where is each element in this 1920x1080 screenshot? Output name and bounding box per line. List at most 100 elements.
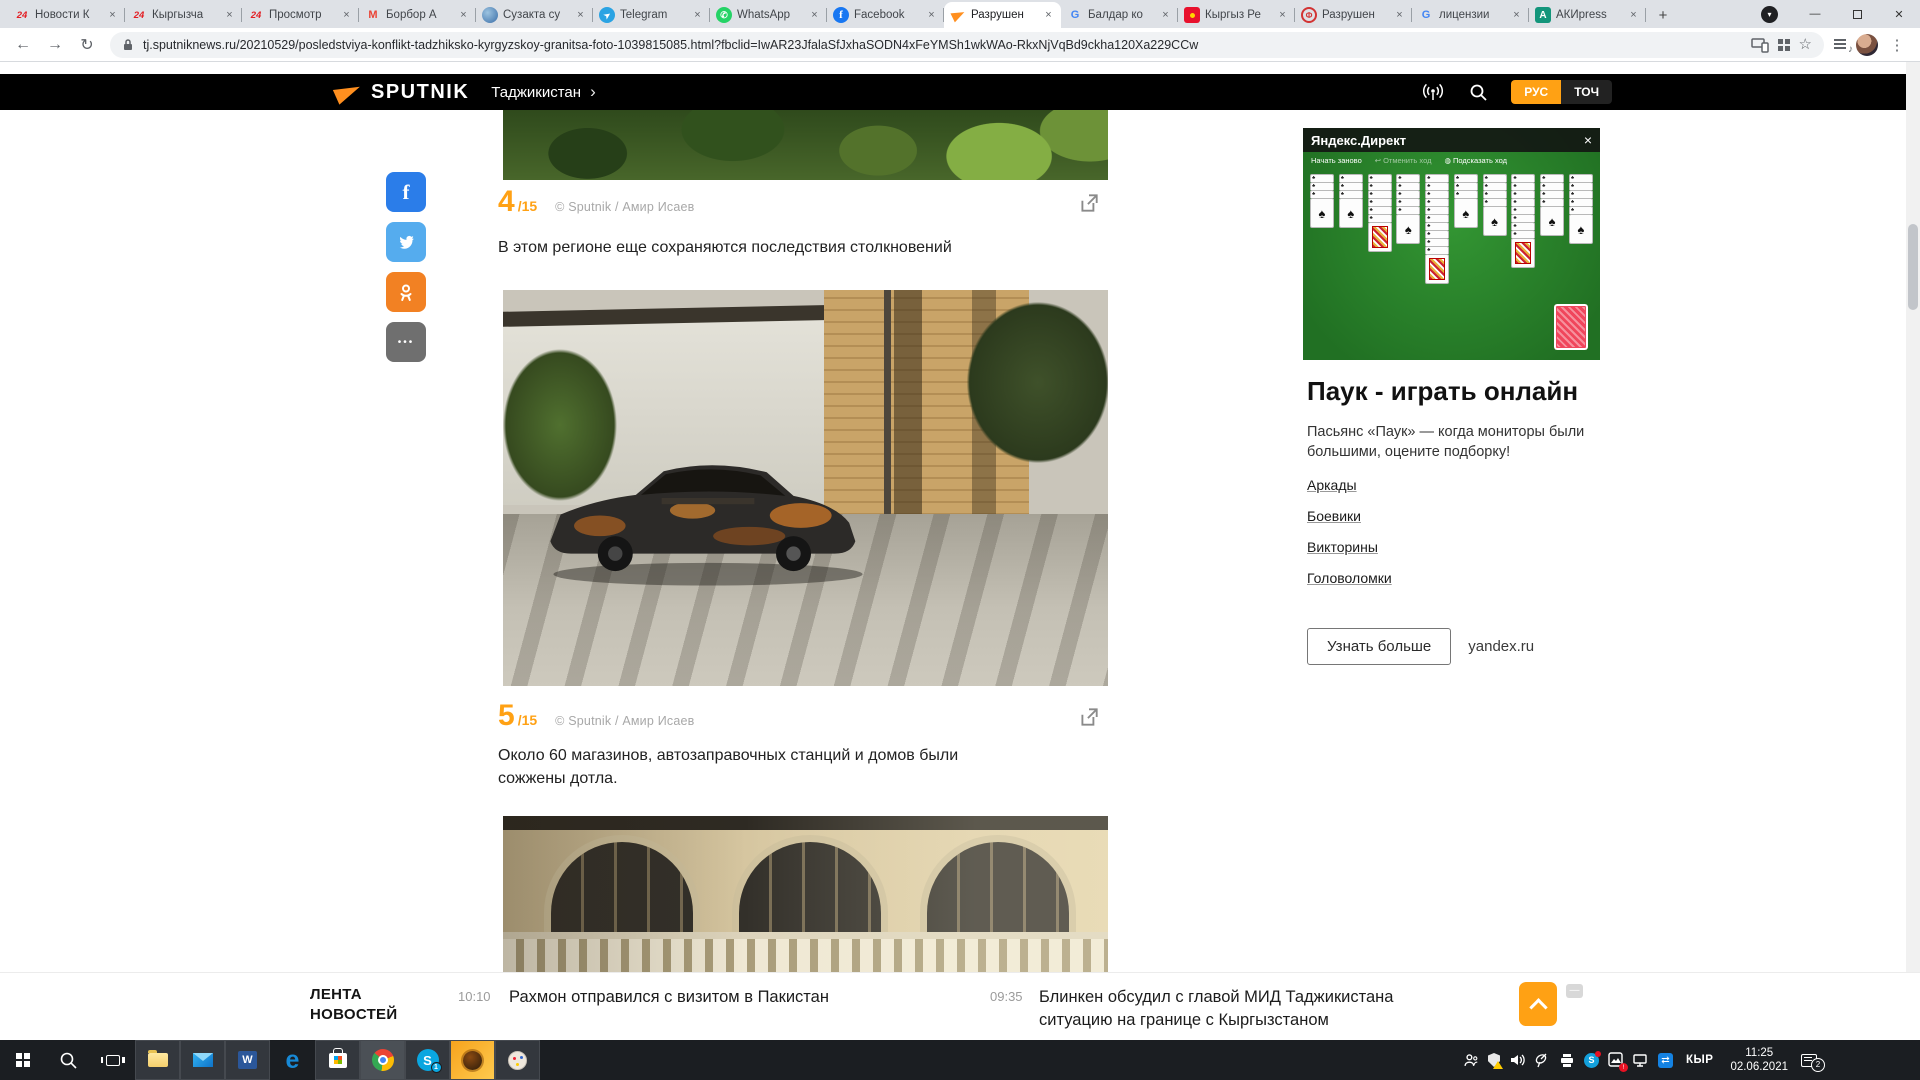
gallery-photo-4[interactable] [503,110,1108,180]
security-shield-icon[interactable] [1488,1053,1500,1067]
tab-close-icon[interactable]: × [808,9,821,21]
tab-facebook[interactable]: Facebook× [827,2,944,28]
profile-avatar[interactable] [1856,34,1878,56]
volume-icon[interactable] [1509,1052,1525,1068]
tab-akipress[interactable]: АКИpress× [1529,2,1646,28]
tab-razrushen[interactable]: Разрушен× [1295,2,1412,28]
url-text[interactable]: tj.sputniknews.ru/20210529/posledstviya-… [143,38,1742,52]
tab-baldar[interactable]: Балдар ко× [1061,2,1178,28]
tab-suzak[interactable]: Сузакта су× [476,2,593,28]
tab-close-icon[interactable]: × [340,9,353,21]
share-twitter-button[interactable] [386,222,426,262]
ad-close-icon[interactable]: × [1584,132,1592,148]
forward-button[interactable]: → [42,32,68,58]
tab-prosmotr[interactable]: Просмотр× [242,2,359,28]
language-toggle[interactable]: РУС ТОЧ [1511,80,1612,104]
tab-close-icon[interactable]: × [1276,9,1289,21]
mail-button[interactable] [180,1040,225,1080]
reading-list-icon[interactable] [1834,38,1850,52]
ad-cta-button[interactable]: Узнать больше [1307,628,1451,665]
share-facebook-button[interactable] [386,172,426,212]
orange-app-button[interactable] [450,1040,495,1080]
tab-gmail[interactable]: Борбор А× [359,2,476,28]
yandex-direct-ad[interactable]: Начать заново ↩Отменить ход ◍Подсказать … [1303,128,1600,665]
lang-rus-button[interactable]: РУС [1511,80,1561,104]
skype-tray-icon[interactable]: S [1584,1053,1599,1068]
satellite-icon[interactable] [1534,1052,1550,1068]
ad-link-quizzes[interactable]: Викторины [1307,539,1378,555]
clock[interactable]: 11:25 02.06.2021 [1726,1046,1792,1074]
people-icon[interactable] [1463,1053,1479,1067]
tab-close-icon[interactable]: × [1510,9,1523,21]
tab-whatsapp[interactable]: WhatsApp× [710,2,827,28]
page-scrollbar[interactable] [1906,62,1920,1040]
search-icon[interactable] [1469,83,1487,101]
minimize-button[interactable]: — [1794,0,1836,28]
scrollbar-thumb[interactable] [1908,224,1918,310]
task-view-button[interactable] [90,1040,135,1080]
ticker-item-link[interactable]: Блинкен обсудил с главой МИД Таджикистан… [1039,986,1439,1032]
site-region[interactable]: Таджикистан [491,84,581,101]
photo5-share-icon[interactable] [1078,706,1100,728]
notification-center-icon[interactable]: 2 [1801,1054,1817,1067]
bookmark-star-icon[interactable] [1799,35,1812,54]
teamviewer-icon[interactable]: ⇄ [1658,1053,1673,1068]
back-button[interactable]: ← [10,32,36,58]
taskbar-search-button[interactable] [45,1040,90,1080]
address-bar[interactable]: tj.sputniknews.ru/20210529/posledstviya-… [110,32,1824,58]
ad-title[interactable]: Паук - играть онлайн [1307,376,1596,407]
language-indicator[interactable]: КЫР [1682,1054,1717,1066]
chrome-button[interactable] [360,1040,405,1080]
ad-link-puzzles[interactable]: Головоломки [1307,570,1392,586]
tab-telegram[interactable]: Telegram× [593,2,710,28]
skype-button[interactable]: S1 [405,1040,450,1080]
apps-grid-icon[interactable] [1778,39,1790,51]
lang-toj-button[interactable]: ТОЧ [1561,80,1612,104]
file-explorer-button[interactable] [135,1040,180,1080]
share-more-button[interactable] [386,322,426,362]
chevron-right-icon[interactable]: › [590,82,596,102]
photos-icon[interactable]: ! [1608,1052,1624,1068]
tab-close-icon[interactable]: × [223,9,236,21]
start-button[interactable] [0,1040,45,1080]
ad-link-arcades[interactable]: Аркады [1307,477,1357,493]
tab-close-icon[interactable]: × [1159,9,1172,21]
tab-close-icon[interactable]: × [925,9,938,21]
ticker-item-link[interactable]: Рахмон отправился с визитом в Пакистан [509,986,989,1009]
close-button[interactable]: ✕ [1878,0,1920,28]
network-icon[interactable] [1633,1053,1649,1068]
tab-close-icon[interactable]: × [457,9,470,21]
tab-close-icon[interactable]: × [691,9,704,21]
word-button[interactable]: W [225,1040,270,1080]
ad-link-action[interactable]: Боевики [1307,508,1361,524]
solitaire-ad-image[interactable]: Начать заново ↩Отменить ход ◍Подсказать … [1303,128,1600,360]
tab-close-icon[interactable]: × [1042,9,1055,21]
ticker-collapse-button[interactable]: — [1566,984,1583,998]
new-tab-button[interactable]: + [1650,2,1676,28]
tab-kyrgyzcha[interactable]: Кыргызча× [125,2,242,28]
sputnik-logo-icon[interactable] [333,79,363,104]
printer-icon[interactable] [1559,1053,1575,1068]
paint-button[interactable] [495,1040,540,1080]
browser-menu-icon[interactable] [1884,32,1910,58]
maximize-button[interactable] [1836,0,1878,28]
browser-profile-icon[interactable]: ▾ [1761,6,1778,23]
gallery-photo-5[interactable] [503,290,1108,686]
tab-novosti[interactable]: Новости К× [8,2,125,28]
tab-close-icon[interactable]: × [1393,9,1406,21]
gallery-photo-6[interactable] [503,816,1108,972]
tab-close-icon[interactable]: × [106,9,119,21]
tab-close-icon[interactable]: × [574,9,587,21]
tab-licenzii[interactable]: лицензии× [1412,2,1529,28]
tab-sputnik-active[interactable]: Разрушен× [944,2,1061,28]
site-brand[interactable]: SPUTNIK [371,81,469,104]
broadcast-icon[interactable] [1421,83,1445,101]
scroll-to-top-button[interactable] [1519,982,1557,1026]
edge-button[interactable]: e [270,1040,315,1080]
photo4-share-icon[interactable] [1078,192,1100,214]
reload-button[interactable]: ↻ [74,32,100,58]
store-button[interactable] [315,1040,360,1080]
tab-close-icon[interactable]: × [1627,9,1640,21]
send-to-devices-icon[interactable] [1751,36,1769,53]
share-odnoklassniki-button[interactable] [386,272,426,312]
